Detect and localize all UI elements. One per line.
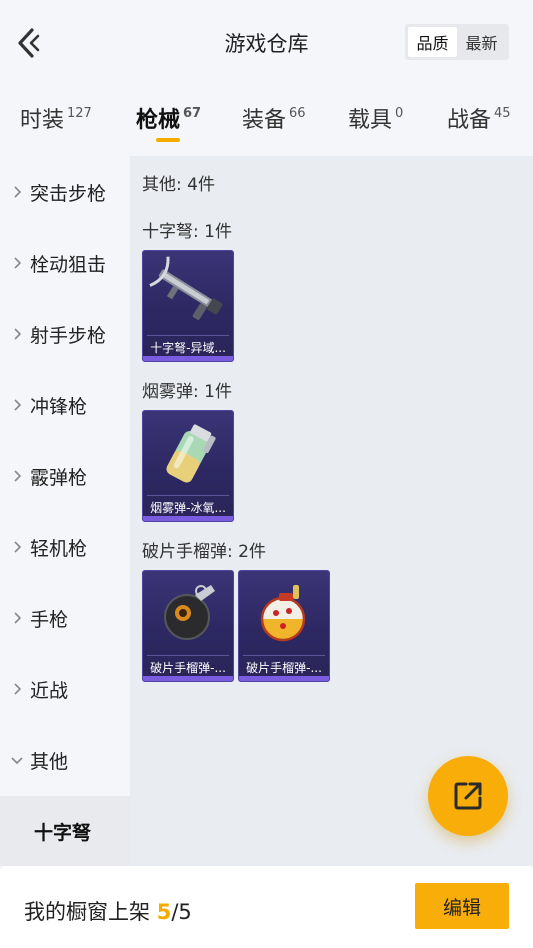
chevron-right-icon	[14, 186, 22, 198]
section-label-smoke: 烟雾弹: 1件	[142, 382, 232, 402]
sidebar-item-shotgun[interactable]: 霰弹枪	[0, 456, 130, 496]
item-card-frag-grenade-1[interactable]: 破片手榴弹-...	[142, 570, 234, 682]
tab-count: 45	[494, 106, 511, 121]
showcase-current-count: 5	[156, 900, 172, 924]
section-label-crossbow: 十字弩: 1件	[142, 222, 232, 242]
sort-latest-button[interactable]: 最新	[457, 27, 506, 57]
sidebar-item-label: 霰弹枪	[30, 466, 88, 489]
rarity-bar	[239, 676, 329, 681]
showcase-bar: 我的橱窗上架 5/5 编辑	[0, 866, 533, 948]
tab-supplies[interactable]: 战备 45	[447, 102, 511, 134]
frag-grenade-icon	[260, 585, 306, 642]
tab-count: 0	[395, 106, 404, 121]
chevron-right-icon	[14, 683, 22, 695]
sidebar-item-assault-rifle[interactable]: 突击步枪	[0, 172, 130, 212]
sidebar-item-label: 栓动狙击	[30, 253, 107, 276]
tab-label: 枪械	[136, 108, 181, 133]
chevron-right-icon	[14, 541, 22, 553]
item-card-crossbow[interactable]: 十字弩-异域...	[142, 250, 234, 362]
tab-label: 装备	[242, 108, 287, 133]
sidebar-item-pistol[interactable]: 手枪	[0, 598, 130, 638]
sidebar-item-melee[interactable]: 近战	[0, 669, 130, 709]
header: 游戏仓库 品质 最新	[0, 0, 533, 84]
crossbow-icon	[149, 256, 223, 320]
sidebar-item-smg[interactable]: 冲锋枪	[0, 385, 130, 425]
smoke-grenade-icon	[166, 424, 216, 483]
tab-count: 67	[183, 106, 202, 121]
sidebar-item-label: 近战	[30, 679, 69, 702]
chevron-right-icon	[14, 399, 22, 411]
tab-count: 127	[67, 106, 92, 121]
sidebar-item-marksman-rifle[interactable]: 射手步枪	[0, 314, 130, 354]
rarity-bar	[143, 356, 233, 361]
sidebar-item-bolt-sniper[interactable]: 栓动狙击	[0, 243, 130, 283]
chevron-right-icon	[14, 612, 22, 624]
tab-label: 战备	[447, 108, 492, 133]
showcase-label: 我的橱窗上架	[24, 900, 150, 924]
tab-firearms[interactable]: 枪械 67	[136, 102, 201, 134]
item-card-frag-grenade-2[interactable]: 破片手榴弹-...	[238, 570, 330, 682]
sidebar-item-lmg[interactable]: 轻机枪	[0, 527, 130, 567]
edit-button[interactable]: 编辑	[415, 883, 509, 929]
sidebar-item-label: 突击步枪	[30, 182, 107, 205]
rarity-bar	[143, 516, 233, 521]
tab-vehicles[interactable]: 载具 0	[348, 102, 403, 134]
sidebar-item-label: 手枪	[30, 608, 69, 631]
sidebar-item-label: 冲锋枪	[30, 395, 88, 418]
frag-grenade-icon	[164, 585, 215, 640]
sort-toggle: 品质 最新	[405, 24, 509, 60]
sidebar-item-label: 射手步枪	[30, 324, 107, 347]
rarity-bar	[143, 676, 233, 681]
sidebar-item-other[interactable]: 其他	[0, 740, 130, 780]
item-card-caption: 烟雾弹-冰氧...	[147, 495, 229, 515]
weapon-type-sidebar: 突击步枪 栓动狙击 射手步枪 冲锋枪 霰弹枪 轻机枪 手枪 近战 其他	[0, 156, 130, 796]
item-card-caption: 破片手榴弹-...	[243, 655, 325, 675]
sort-quality-button[interactable]: 品质	[408, 27, 457, 57]
chevron-right-icon	[14, 328, 22, 340]
item-card-caption: 十字弩-异域...	[147, 335, 229, 355]
tab-equipment[interactable]: 装备 66	[242, 102, 306, 134]
active-tab-indicator	[156, 138, 180, 142]
chevron-down-icon	[11, 757, 23, 765]
tab-fashion[interactable]: 时装 127	[20, 102, 92, 134]
tab-label: 时装	[20, 108, 65, 133]
sidebar-item-label: 轻机枪	[30, 537, 88, 560]
external-link-icon	[454, 782, 482, 810]
chevron-right-icon	[14, 470, 22, 482]
item-card-smoke-grenade[interactable]: 烟雾弹-冰氧...	[142, 410, 234, 522]
section-label-frag: 破片手榴弹: 2件	[142, 542, 266, 562]
tab-count: 66	[289, 106, 306, 121]
item-card-caption: 破片手榴弹-...	[147, 655, 229, 675]
sidebar-subitem-crossbow[interactable]: 十字弩	[0, 796, 130, 866]
category-summary: 其他: 4件	[142, 175, 215, 195]
share-fab-button[interactable]	[428, 756, 508, 836]
showcase-status: 我的橱窗上架 5/5	[24, 896, 192, 926]
sidebar-item-label: 其他	[30, 750, 69, 773]
showcase-total-count: 5	[178, 900, 192, 924]
category-tabs: 时装 127 枪械 67 装备 66 载具 0 战备 45	[0, 96, 533, 148]
tab-label: 载具	[348, 108, 393, 133]
chevron-right-icon	[14, 257, 22, 269]
